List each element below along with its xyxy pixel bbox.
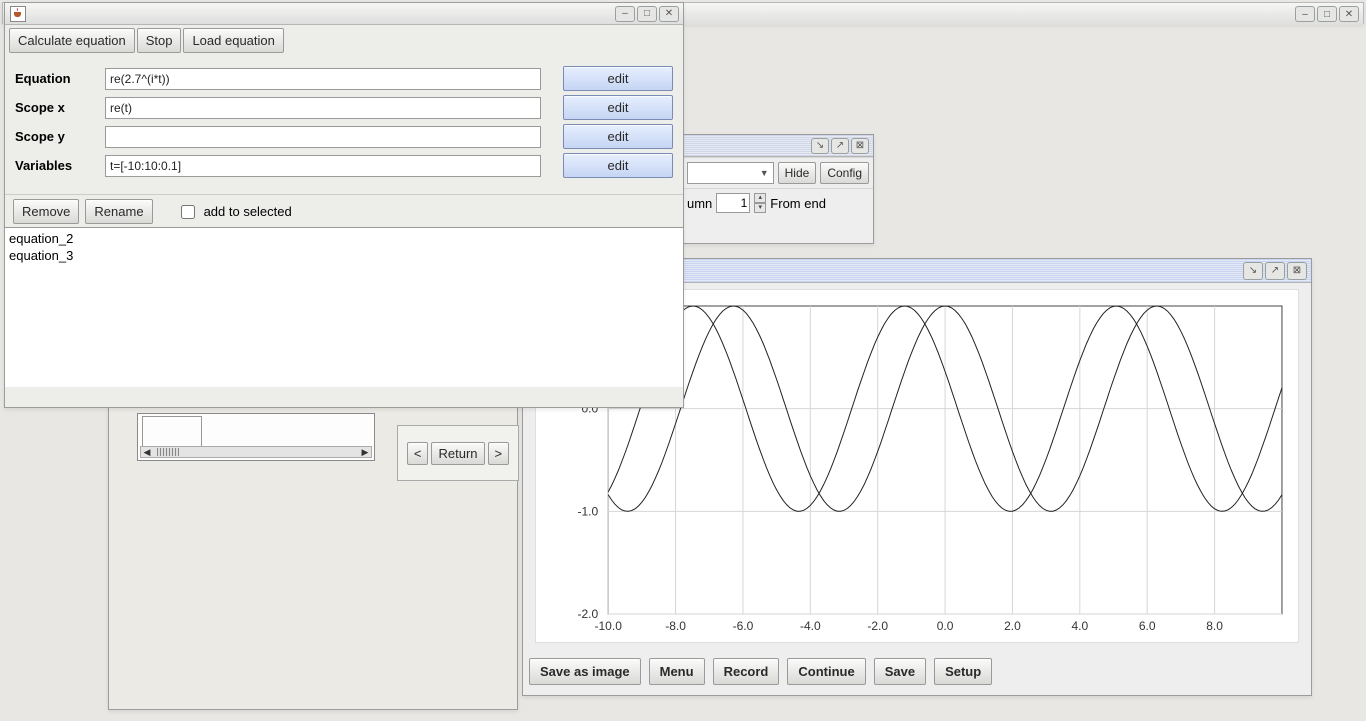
plot-min-icon[interactable]: ↘: [1243, 262, 1263, 280]
return-prev-button[interactable]: <: [407, 442, 429, 465]
scopex-edit-button[interactable]: edit: [563, 95, 673, 120]
hide-button[interactable]: Hide: [778, 162, 817, 184]
remove-button[interactable]: Remove: [13, 199, 79, 224]
cfg-max-icon[interactable]: ↗: [831, 138, 849, 154]
java-icon: [10, 6, 26, 22]
bg-close-button[interactable]: ✕: [1339, 6, 1359, 22]
menu-button[interactable]: Menu: [649, 658, 705, 685]
thumbnail-strip: ◀ ▶: [137, 413, 375, 461]
stop-button[interactable]: Stop: [137, 28, 182, 53]
return-button[interactable]: Return: [431, 442, 484, 465]
cfg-close-icon[interactable]: ⊠: [851, 138, 869, 154]
plot-close-icon[interactable]: ⊠: [1287, 262, 1307, 280]
return-next-button[interactable]: >: [488, 442, 510, 465]
equation-input[interactable]: [105, 68, 541, 90]
svg-text:-2.0: -2.0: [577, 607, 598, 621]
setup-button[interactable]: Setup: [934, 658, 992, 685]
svg-text:-8.0: -8.0: [665, 619, 686, 633]
equation-edit-button[interactable]: edit: [563, 66, 673, 91]
add-to-selected-label: add to selected: [204, 204, 292, 219]
svg-text:-2.0: -2.0: [867, 619, 888, 633]
eq-minimize-button[interactable]: ‒: [615, 6, 635, 22]
svg-text:-10.0: -10.0: [594, 619, 622, 633]
svg-text:4.0: 4.0: [1071, 619, 1088, 633]
column-spinner-buttons[interactable]: ▴▾: [754, 193, 766, 213]
scopex-label: Scope x: [15, 100, 101, 115]
bg-minimize-button[interactable]: ‒: [1295, 6, 1315, 22]
vars-label: Variables: [15, 158, 101, 173]
rename-button[interactable]: Rename: [85, 199, 152, 224]
list-item[interactable]: equation_2: [9, 230, 679, 247]
vars-input[interactable]: [105, 155, 541, 177]
list-item[interactable]: equation_3: [9, 247, 679, 264]
column-spinner[interactable]: [716, 193, 750, 213]
eq-maximize-button[interactable]: □: [637, 6, 657, 22]
scopex-input[interactable]: [105, 97, 541, 119]
thumbnail-scrollbar[interactable]: ◀ ▶: [140, 446, 372, 458]
add-to-selected-checkbox[interactable]: [181, 205, 195, 219]
from-end-label: From end: [770, 196, 826, 211]
calculate-equation-button[interactable]: Calculate equation: [9, 28, 135, 53]
record-button[interactable]: Record: [713, 658, 780, 685]
continue-button[interactable]: Continue: [787, 658, 865, 685]
column-config-panel: ↘ ↗ ⊠ ▼ Hide Config umn ▴▾ From end: [682, 134, 874, 244]
svg-text:2.0: 2.0: [1004, 619, 1021, 633]
equation-list[interactable]: equation_2 equation_3: [5, 227, 683, 387]
svg-text:-1.0: -1.0: [577, 504, 598, 518]
svg-text:-6.0: -6.0: [733, 619, 754, 633]
scroll-right-icon[interactable]: ▶: [359, 447, 371, 457]
svg-text:8.0: 8.0: [1206, 619, 1223, 633]
cfg-min-icon[interactable]: ↘: [811, 138, 829, 154]
scroll-left-icon[interactable]: ◀: [141, 447, 153, 457]
load-equation-button[interactable]: Load equation: [183, 28, 283, 53]
vars-edit-button[interactable]: edit: [563, 153, 673, 178]
eq-close-button[interactable]: ✕: [659, 6, 679, 22]
column-label: umn: [687, 196, 712, 211]
config-button[interactable]: Config: [820, 162, 869, 184]
svg-text:6.0: 6.0: [1139, 619, 1156, 633]
svg-text:0.0: 0.0: [937, 619, 954, 633]
scopey-input[interactable]: [105, 126, 541, 148]
scopey-edit-button[interactable]: edit: [563, 124, 673, 149]
chevron-down-icon: ▼: [760, 168, 769, 178]
plot-max-icon[interactable]: ↗: [1265, 262, 1285, 280]
scroll-knob[interactable]: [157, 448, 179, 456]
bg-maximize-button[interactable]: □: [1317, 6, 1337, 22]
svg-text:-4.0: -4.0: [800, 619, 821, 633]
equation-label: Equation: [15, 71, 101, 86]
scopey-label: Scope y: [15, 129, 101, 144]
save-button[interactable]: Save: [874, 658, 926, 685]
cfg-combo[interactable]: ▼: [687, 162, 774, 184]
save-as-image-button[interactable]: Save as image: [529, 658, 641, 685]
return-toolbar: < Return >: [397, 425, 519, 481]
equation-editor-window: ‒ □ ✕ Calculate equation Stop Load equat…: [4, 2, 684, 408]
